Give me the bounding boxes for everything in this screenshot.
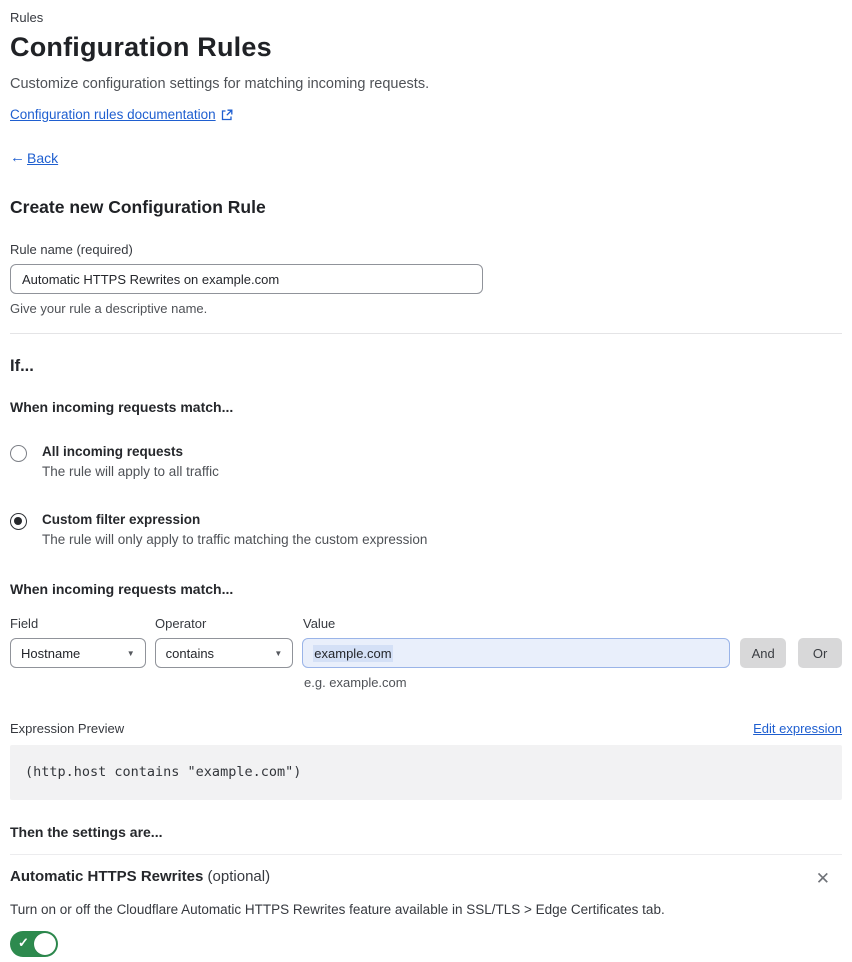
documentation-link-row: Configuration rules documentation: [10, 107, 842, 122]
documentation-link[interactable]: Configuration rules documentation: [10, 107, 216, 122]
radio-label: Custom filter expression: [42, 512, 201, 527]
section-divider: [10, 333, 842, 334]
close-icon[interactable]: ✕: [812, 868, 834, 889]
operator-select-value: contains: [165, 645, 215, 661]
field-select[interactable]: Hostname ▼: [10, 638, 146, 668]
value-column-label: Value: [303, 616, 336, 631]
toggle-knob: [34, 933, 56, 955]
value-input[interactable]: example.com: [302, 638, 731, 668]
match-radio[interactable]: [10, 513, 27, 530]
then-section-title: Then the settings are...: [10, 824, 163, 840]
back-arrow-icon: ←: [10, 149, 25, 166]
field-select-value: Hostname: [21, 645, 81, 661]
page-title: Configuration Rules: [10, 32, 272, 62]
rule-name-input[interactable]: [10, 264, 483, 294]
setting-description: Turn on or off the Cloudflare Automatic …: [10, 902, 665, 917]
external-link-icon: [221, 109, 233, 121]
page-subtitle: Customize configuration settings for mat…: [10, 76, 430, 92]
match-mode-title: When incoming requests match...: [10, 399, 234, 415]
expression-preview-code: (http.host contains "example.com"): [10, 745, 842, 800]
operator-select[interactable]: contains ▼: [154, 638, 294, 668]
back-link-row: ← Back: [10, 149, 842, 166]
chevron-down-icon: ▼: [274, 648, 283, 658]
radio-description: The rule will apply to all traffic: [42, 464, 219, 479]
setting-name: Automatic HTTPS Rewrites: [10, 868, 204, 885]
value-input-text: example.com: [313, 644, 393, 662]
rule-name-help: Give your rule a descriptive name.: [10, 301, 208, 316]
option-all-incoming-requests[interactable]: All incoming requests The rule will appl…: [10, 444, 842, 479]
chevron-down-icon: ▼: [126, 648, 135, 658]
expression-preview-label: Expression Preview: [10, 721, 125, 736]
radio-label: All incoming requests: [42, 444, 184, 459]
value-help-text: e.g. example.com: [304, 675, 407, 690]
expression-builder: When incoming requests match... Field Op…: [10, 581, 842, 690]
operator-column-label: Operator: [155, 616, 207, 631]
if-section-title: If...: [10, 357, 34, 375]
create-rule-title: Create new Configuration Rule: [10, 197, 266, 217]
radio-description: The rule will only apply to traffic matc…: [42, 532, 428, 547]
automatic-https-rewrites-toggle[interactable]: ✓: [10, 931, 58, 957]
configuration-rules-page: Rules Configuration Rules Customize conf…: [0, 0, 852, 962]
match-radio[interactable]: [10, 445, 27, 462]
back-link[interactable]: Back: [27, 150, 58, 166]
option-custom-filter-expression[interactable]: Custom filter expression The rule will o…: [10, 512, 842, 547]
setting-optional-label: (optional): [203, 868, 271, 885]
and-button[interactable]: And: [740, 638, 787, 668]
breadcrumb: Rules: [10, 10, 44, 25]
edit-expression-link[interactable]: Edit expression: [753, 721, 842, 736]
rule-name-label: Rule name (required): [10, 242, 133, 257]
field-column-label: Field: [10, 616, 39, 631]
settings-divider: [10, 854, 842, 855]
builder-title: When incoming requests match...: [10, 581, 234, 597]
or-button[interactable]: Or: [798, 638, 842, 668]
check-icon: ✓: [18, 935, 29, 950]
